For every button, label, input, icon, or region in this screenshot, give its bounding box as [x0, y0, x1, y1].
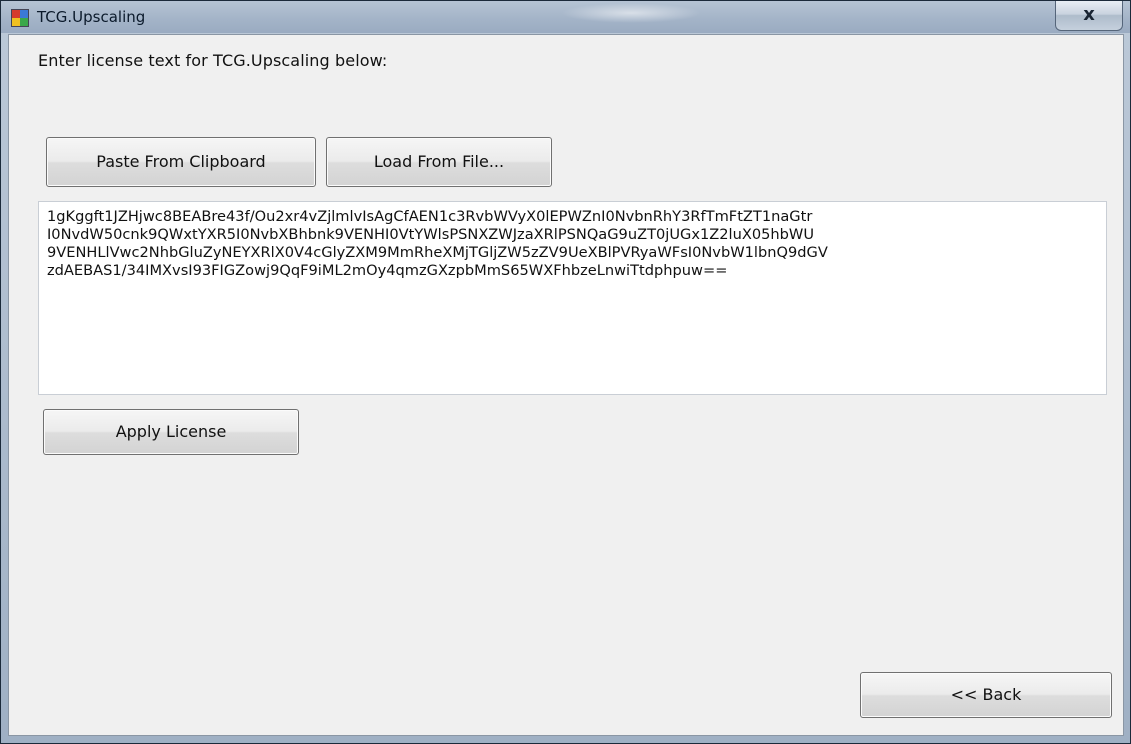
- license-dialog-window: TCG.Upscaling x Enter license text for T…: [0, 0, 1131, 744]
- license-text-line: I0NvdW50cnk9QWxtYXR5I0NvbXBhbnk9VENHI0Vt…: [47, 226, 815, 243]
- back-button[interactable]: << Back: [860, 672, 1112, 718]
- apply-license-button[interactable]: Apply License: [43, 409, 299, 455]
- license-text-line: zdAEBAS1/34IMXvsI93FIGZowj9QqF9iML2mOy4q…: [47, 262, 728, 279]
- window-title: TCG.Upscaling: [37, 8, 146, 26]
- license-text-line: 9VENHLlVwc2NhbGluZyNEYXRlX0V4cGlyZXM9MmR…: [47, 244, 828, 261]
- license-text-area[interactable]: 1gKggft1JZHjwc8BEABre43f/Ou2xr4vZjlmlvIs…: [38, 201, 1107, 395]
- load-from-file-button[interactable]: Load From File...: [326, 137, 552, 187]
- license-text-line: 1gKggft1JZHjwc8BEABre43f/Ou2xr4vZjlmlvIs…: [47, 208, 813, 225]
- title-bar-glare: [561, 3, 701, 23]
- close-button[interactable]: x: [1055, 1, 1123, 31]
- license-prompt-label: Enter license text for TCG.Upscaling bel…: [38, 51, 388, 70]
- title-bar[interactable]: TCG.Upscaling x: [1, 1, 1130, 33]
- app-icon: [11, 9, 29, 27]
- paste-from-clipboard-button[interactable]: Paste From Clipboard: [46, 137, 316, 187]
